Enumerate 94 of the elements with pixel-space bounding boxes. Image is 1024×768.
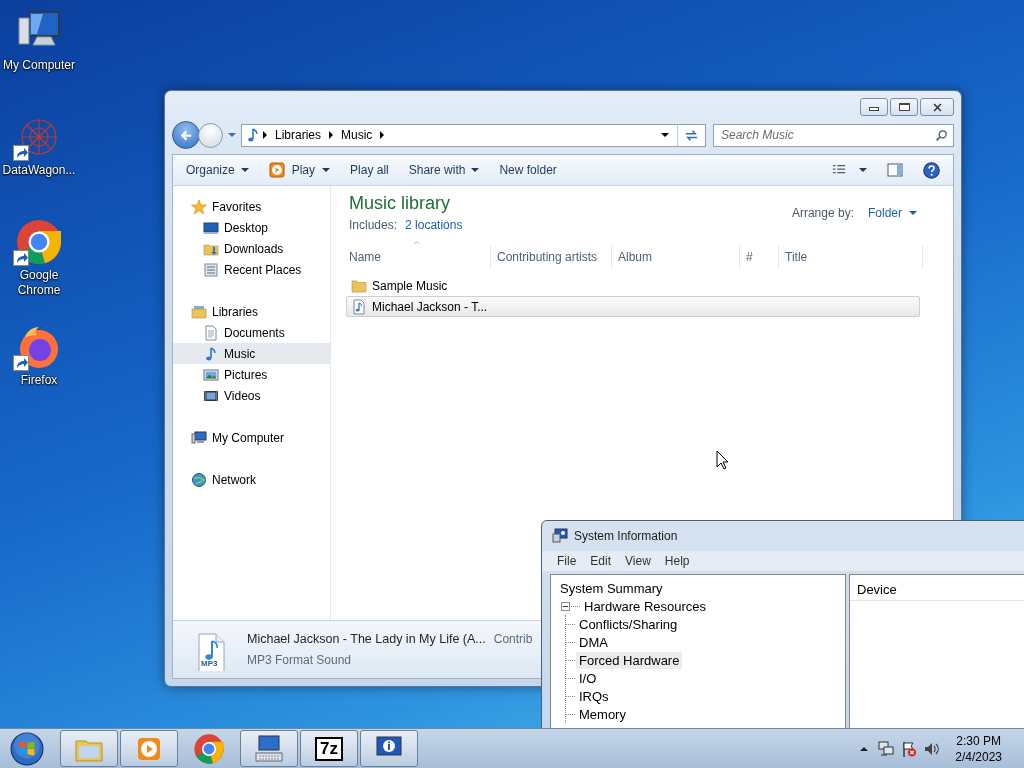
taskbar-button[interactable]: 7z (300, 730, 358, 767)
file-row[interactable]: Michael Jackson - T... (346, 296, 920, 317)
tree-item[interactable]: Memory (576, 705, 629, 723)
folder-icon (351, 277, 367, 294)
screen-icon (203, 219, 219, 236)
clock-time[interactable]: 2:30 PM (956, 732, 1001, 749)
back-button[interactable] (172, 121, 200, 149)
collapse-icon[interactable] (561, 601, 570, 611)
nav-item[interactable]: Videos (173, 385, 330, 406)
column-header[interactable]: Device (850, 575, 1024, 601)
address-bar[interactable]: Libraries Music (241, 123, 706, 147)
computer-icon (191, 429, 207, 446)
nav-item[interactable]: Music (173, 343, 330, 364)
nav-item[interactable]: Network (173, 469, 330, 490)
menu-item[interactable]: Edit (583, 552, 619, 570)
network-icon[interactable] (878, 740, 895, 757)
clock-date[interactable]: 2/4/2023 (955, 748, 1002, 765)
browser-icon (193, 732, 225, 765)
picture-icon (203, 366, 219, 383)
windows-logo-icon (10, 731, 44, 766)
search-field[interactable]: Search Music (713, 123, 954, 147)
help-icon (923, 161, 940, 179)
tree-item[interactable]: IRQs (576, 687, 612, 705)
toolbar-button[interactable]: Share with (401, 159, 487, 181)
arrange-dropdown[interactable]: Folder (868, 204, 917, 222)
nav-item[interactable]: Libraries (173, 301, 330, 322)
arrange-label: Arrange by: (791, 205, 854, 222)
file-type: MP3 Format Sound (247, 652, 353, 670)
breadcrumb-item[interactable]: Libraries (269, 126, 328, 144)
music-note-icon (203, 345, 219, 362)
tree-item[interactable]: I/O (576, 669, 600, 687)
nav-item[interactable]: Downloads (173, 238, 330, 259)
taskbar-button[interactable] (240, 730, 298, 767)
star-icon (191, 198, 207, 215)
taskbar-button[interactable] (120, 730, 178, 767)
document-icon (203, 324, 219, 341)
includes-label: Includes: (349, 217, 398, 234)
nav-item[interactable]: Pictures (173, 364, 330, 385)
toolbar-button[interactable]: Play (261, 159, 338, 181)
nav-item[interactable]: Documents (173, 322, 330, 343)
locations-link[interactable]: 2 locations (405, 216, 463, 234)
music-note-icon (245, 127, 261, 143)
start-button[interactable] (7, 729, 47, 768)
menu-item[interactable]: Help (657, 552, 697, 570)
close-icon (931, 101, 943, 113)
toolbar-button[interactable]: Organize (179, 159, 256, 181)
tree-item[interactable]: Forced Hardware (576, 651, 683, 669)
chevron-icon (263, 131, 267, 139)
breadcrumb-item[interactable]: Music (335, 126, 379, 144)
library-title: Music library (349, 192, 451, 214)
column-header[interactable]: Name (349, 246, 491, 268)
menu-item[interactable]: File (550, 552, 584, 570)
field-label: Contrib (493, 630, 533, 648)
window-title: System Information (574, 528, 678, 545)
file-row[interactable]: Sample Music (346, 275, 920, 296)
taskbar-button[interactable] (360, 730, 418, 767)
nav-item[interactable]: Recent Places (173, 259, 330, 280)
preview-pane-icon (887, 162, 903, 178)
tree-item[interactable]: Hardware Resources (581, 597, 710, 615)
column-header[interactable]: Album (612, 246, 740, 268)
keyboard-icon (253, 732, 285, 765)
icon-label[interactable]: DataWagon... (2, 163, 76, 178)
toolbar-button[interactable]: Play all (343, 159, 396, 181)
file-title: Michael Jackson - The Lady in My Life (A... (247, 630, 486, 648)
globe-icon (191, 471, 207, 488)
library-folder-icon (191, 303, 207, 320)
minimize-button[interactable] (860, 98, 888, 116)
maximize-button[interactable] (890, 98, 918, 116)
nav-item[interactable]: My Computer (173, 427, 330, 448)
close-button[interactable] (920, 98, 954, 116)
tree-item[interactable]: Conflicts/Sharing (576, 615, 681, 633)
column-header[interactable]: Contributing artists (491, 246, 612, 268)
search-icon[interactable] (935, 128, 948, 142)
pointer-icon (716, 450, 730, 470)
document-list-icon (203, 261, 219, 278)
nav-item[interactable]: Desktop (173, 217, 330, 238)
chevron-icon (380, 131, 385, 139)
menu-item[interactable]: View (618, 552, 658, 570)
browser-icon[interactable] (15, 218, 63, 266)
icon-label[interactable]: Firefox (2, 373, 76, 388)
toolbar-button[interactable]: New folder (492, 159, 564, 181)
chevron-icon (329, 131, 334, 139)
column-header[interactable]: Title (779, 246, 923, 268)
icon-label[interactable]: Google Chrome (2, 268, 76, 298)
audio-file-icon (351, 298, 367, 315)
flag-icon[interactable] (901, 740, 918, 757)
app-icon (552, 528, 568, 544)
file-type-label: MP3 (201, 658, 218, 668)
nav-item[interactable]: Favorites (173, 196, 330, 217)
tree-item[interactable]: DMA (576, 633, 611, 651)
play-icon (268, 162, 285, 178)
tree-item[interactable]: System Summary (557, 579, 666, 597)
icon-label[interactable]: My Computer (2, 58, 76, 73)
column-header[interactable]: # (740, 246, 779, 268)
